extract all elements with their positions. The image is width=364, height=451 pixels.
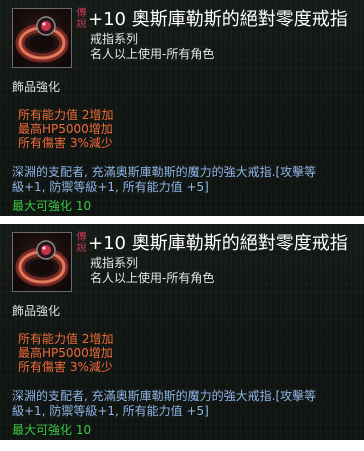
item-icon-frame <box>12 232 72 292</box>
stat-list: 所有能力值 2增加 最高HP5000增加 所有傷害 3%減少 <box>18 332 113 374</box>
max-enhance: 最大可強化 10 <box>12 199 92 213</box>
stat-line: 最高HP5000增加 <box>18 346 113 360</box>
enhance-label: 飾品強化 <box>12 304 61 318</box>
enhance-label: 飾品強化 <box>12 80 61 94</box>
item-description: 深淵的支配者, 充滿奧斯庫勒斯的魔力的強大戒指.[攻擊等 級+1, 防禦等級+1… <box>12 389 364 419</box>
stat-line: 所有傷害 3%減少 <box>18 360 113 374</box>
red-ring-icon <box>15 240 69 287</box>
red-ring-icon <box>15 16 69 63</box>
description-line: 級+1, 防禦等級+1, 所有能力值 +5] <box>12 180 209 194</box>
description-line: 深淵的支配者, 充滿奧斯庫勒斯的魔力的強大戒指.[攻擊等 <box>12 165 317 179</box>
description-line: 級+1, 防禦等級+1, 所有能力值 +5] <box>12 404 209 418</box>
max-enhance: 最大可強化 10 <box>12 423 92 437</box>
item-category: 戒指系列 <box>90 32 139 46</box>
item-description: 深淵的支配者, 充滿奧斯庫勒斯的魔力的強大戒指.[攻擊等 級+1, 防禦等級+1… <box>12 165 364 195</box>
item-icon-frame <box>12 8 72 68</box>
item-requirement: 名人以上使用-所有角色 <box>90 47 215 61</box>
item-title: +10 奧斯庫勒斯的絕對零度戒指 <box>88 9 348 30</box>
grade-tag: 傳說 <box>76 8 87 30</box>
item-requirement: 名人以上使用-所有角色 <box>90 271 215 285</box>
item-category: 戒指系列 <box>90 256 139 270</box>
stat-line: 所有傷害 3%減少 <box>18 136 113 150</box>
item-tooltip: 傳說 +10 奧斯庫勒斯的絕對零度戒指 戒指系列 名人以上使用-所有角色 飾品強… <box>0 0 364 216</box>
stat-line: 所有能力值 2增加 <box>18 108 114 122</box>
item-title: +10 奧斯庫勒斯的絕對零度戒指 <box>88 233 348 254</box>
description-line: 深淵的支配者, 充滿奧斯庫勒斯的魔力的強大戒指.[攻擊等 <box>12 389 317 403</box>
grade-tag: 傳說 <box>76 232 87 254</box>
stat-line: 所有能力值 2增加 <box>18 332 114 346</box>
item-tooltip: 傳說 +10 奧斯庫勒斯的絕對零度戒指 戒指系列 名人以上使用-所有角色 飾品強… <box>0 224 364 440</box>
stat-list: 所有能力值 2增加 最高HP5000增加 所有傷害 3%減少 <box>18 108 113 150</box>
stat-line: 最高HP5000增加 <box>18 122 113 136</box>
